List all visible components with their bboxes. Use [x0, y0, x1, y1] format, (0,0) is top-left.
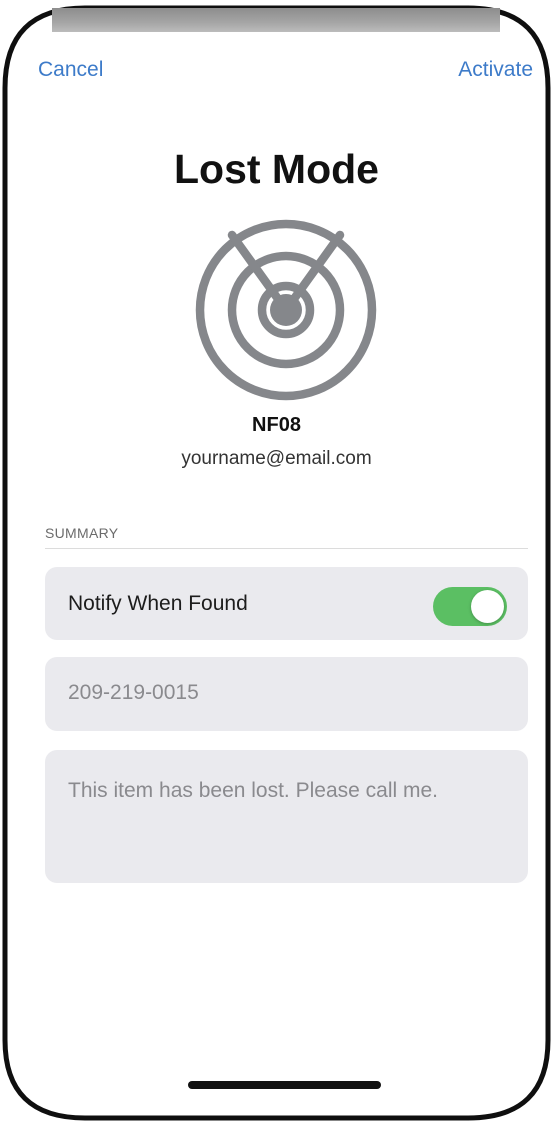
phone-number-field[interactable]: 209-219-0015 — [45, 657, 528, 731]
message-field[interactable]: This item has been lost. Please call me. — [45, 750, 528, 883]
message-value: This item has been lost. Please call me. — [68, 779, 439, 802]
radar-location-icon — [195, 219, 377, 401]
status-bar-strip — [52, 8, 500, 32]
phone-number-value: 209-219-0015 — [68, 681, 199, 704]
notify-when-found-toggle[interactable] — [433, 587, 507, 626]
summary-section-label: SUMMARY — [45, 525, 119, 541]
activate-button[interactable]: Activate — [458, 58, 533, 82]
cancel-button[interactable]: Cancel — [38, 58, 103, 82]
phone-screen: Cancel Activate Lost Mode NF08 yourname@… — [0, 0, 553, 1125]
notify-when-found-row: Notify When Found — [45, 567, 528, 640]
owner-email: yourname@email.com — [181, 448, 372, 469]
page-title: Lost Mode — [174, 146, 379, 192]
home-indicator[interactable] — [188, 1081, 381, 1089]
toggle-knob — [471, 590, 504, 623]
section-divider — [45, 548, 528, 549]
notify-when-found-label: Notify When Found — [68, 592, 248, 615]
device-name: NF08 — [252, 414, 301, 436]
